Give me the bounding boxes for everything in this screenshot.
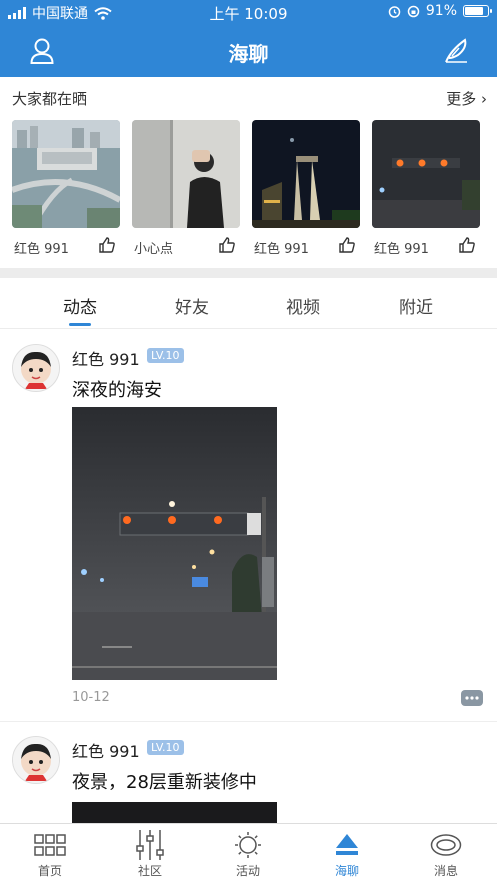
feed-tabs: 动态 好友 视频 附近: [0, 278, 497, 329]
thumbs-up-icon[interactable]: [338, 236, 356, 254]
post-username[interactable]: 红色 991: [72, 346, 140, 370]
share-item[interactable]: 红色 991: [372, 120, 480, 257]
share-thumbnails: 红色 991 小心点 红色 991 红色 991: [12, 120, 492, 260]
level-badge: LV.10: [147, 740, 184, 755]
share-item-name: 小心点: [134, 242, 174, 257]
traffic-light-photo: [372, 120, 480, 228]
share-item-name: 红色 991: [14, 242, 69, 257]
thumbs-up-icon[interactable]: [458, 236, 476, 254]
post-username[interactable]: 红色 991: [72, 738, 140, 762]
nav-home[interactable]: 首页: [10, 830, 90, 879]
active-tab-indicator: [69, 323, 91, 326]
more-link[interactable]: 更多 ›: [446, 88, 487, 109]
app-header: 中国联通 上午 10:09 91% 海聊: [0, 0, 497, 77]
chevron-right-icon: ›: [481, 90, 487, 108]
bottom-nav: 首页 社区 活动 海聊 消息: [0, 823, 497, 884]
nav-label: 活动: [235, 864, 260, 878]
level-badge: LV.10: [147, 348, 184, 363]
tab-friends[interactable]: 好友: [152, 293, 232, 318]
post-photo[interactable]: [72, 802, 277, 823]
page-title: 海聊: [228, 42, 269, 66]
thumbs-up-icon[interactable]: [98, 236, 116, 254]
battery-icon: [463, 5, 492, 17]
quill-icon[interactable]: [443, 38, 469, 64]
share-section-title: 大家都在晒: [12, 90, 88, 108]
share-item[interactable]: 红色 991: [252, 120, 360, 257]
avatar[interactable]: [12, 344, 60, 392]
grid-icon: [10, 830, 90, 860]
message-oval-icon: [406, 830, 486, 860]
nav-community[interactable]: 社区: [110, 830, 190, 879]
eject-icon: [307, 830, 387, 860]
nav-label: 消息: [433, 864, 458, 878]
nav-label: 社区: [137, 864, 162, 878]
night-tower-photo: [252, 120, 360, 228]
share-item[interactable]: 红色 991: [12, 120, 120, 257]
thumbs-up-icon[interactable]: [218, 236, 236, 254]
share-item-name: 红色 991: [374, 242, 429, 257]
battery-percent: 91%: [425, 3, 457, 19]
feed-post: 红色 991 LV.10 夜景，28层重新装修中: [0, 722, 497, 823]
city-aerial-photo: [12, 120, 120, 228]
tab-video[interactable]: 视频: [263, 293, 343, 318]
post-text: 夜景，28层重新装修中: [72, 772, 257, 793]
post-photo[interactable]: [72, 407, 277, 680]
comment-icon[interactable]: [461, 690, 483, 706]
nav-label: 首页: [37, 864, 62, 878]
share-item[interactable]: 小心点: [132, 120, 240, 257]
avatar[interactable]: [12, 736, 60, 784]
sun-icon: [208, 830, 288, 860]
post-date: 10-12: [72, 690, 110, 705]
nav-label: 海聊: [334, 864, 359, 878]
alarm-icon: [388, 5, 401, 18]
nav-messages[interactable]: 消息: [406, 830, 486, 879]
section-divider: [0, 268, 497, 278]
lock-rotation-icon: [407, 5, 420, 17]
feed-post: 红色 991 LV.10 深夜的海安 10-12: [0, 330, 497, 720]
selfie-photo: [132, 120, 240, 228]
more-label: 更多: [446, 90, 477, 108]
nav-bar: 海聊: [0, 28, 497, 76]
share-item-name: 红色 991: [254, 242, 309, 257]
tab-dynamic[interactable]: 动态: [40, 293, 120, 318]
nav-chat[interactable]: 海聊: [307, 830, 387, 879]
post-text: 深夜的海安: [72, 380, 162, 401]
status-bar: 中国联通 上午 10:09 91%: [0, 0, 497, 24]
nav-activity[interactable]: 活动: [208, 830, 288, 879]
tab-nearby[interactable]: 附近: [376, 293, 456, 318]
sliders-icon: [110, 830, 190, 860]
